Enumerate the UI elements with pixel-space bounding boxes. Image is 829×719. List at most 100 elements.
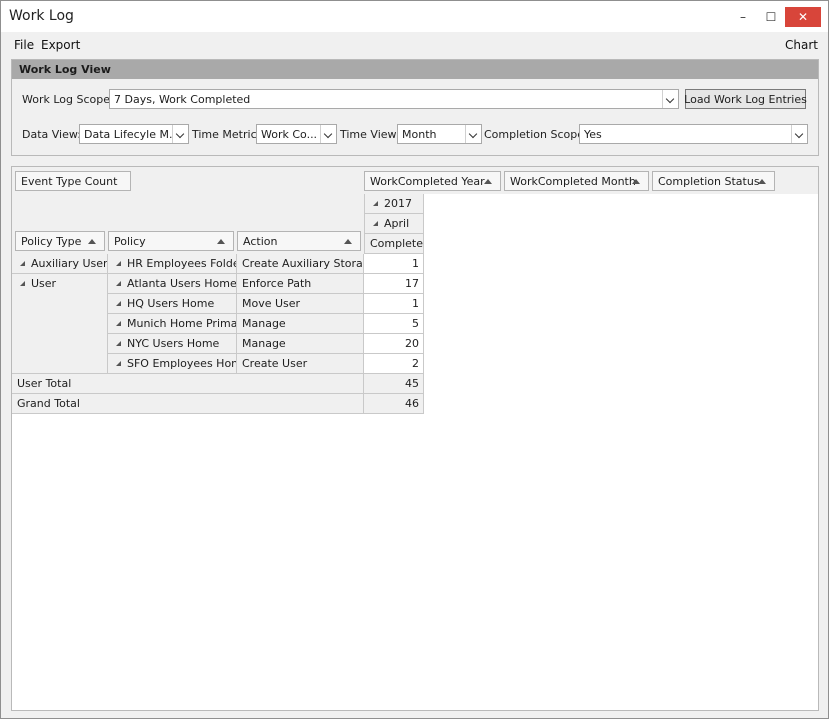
title-bar: Work Log – ☐ ✕ — [1, 1, 828, 32]
row-field-action[interactable]: Action — [237, 231, 361, 251]
completion-scope-dropdown[interactable]: Yes — [579, 124, 808, 144]
column-field-month[interactable]: WorkCompleted Month — [504, 171, 649, 191]
maximize-icon[interactable]: ☐ — [757, 7, 785, 27]
grand-total-label: Grand Total — [12, 394, 364, 414]
menu-chart[interactable]: Chart — [785, 38, 818, 52]
chevron-down-icon[interactable] — [320, 125, 336, 143]
collapse-icon[interactable] — [373, 201, 378, 206]
collapse-icon[interactable] — [116, 361, 121, 366]
menu-export[interactable]: Export — [41, 38, 80, 52]
collapse-icon[interactable] — [373, 221, 378, 226]
row-field-policy-label: Policy — [114, 235, 146, 248]
menu-file[interactable]: File — [14, 38, 34, 52]
row-policy[interactable]: Atlanta Users Home — [108, 274, 237, 294]
row-action: Manage — [237, 314, 364, 334]
sort-ascending-icon — [484, 179, 492, 184]
column-field-status[interactable]: Completion Status — [652, 171, 775, 191]
row-field-policy[interactable]: Policy — [108, 231, 234, 251]
sort-ascending-icon — [344, 239, 352, 244]
policy-label: HQ Users Home — [127, 297, 215, 310]
sort-ascending-icon — [217, 239, 225, 244]
policy-label: SFO Employees Home — [127, 357, 237, 370]
sort-ascending-icon — [632, 179, 640, 184]
status-value: Completed — [370, 237, 424, 250]
month-value: April — [384, 217, 410, 230]
column-header-month-value[interactable]: April — [364, 214, 424, 234]
scope-label: Work Log Scope: — [22, 93, 114, 106]
row-action: Create User — [237, 354, 364, 374]
value-cell[interactable]: 1 — [364, 254, 424, 274]
time-view-label: Time View: — [340, 128, 400, 141]
group-aux-label: Auxiliary User — [31, 257, 108, 270]
value-cell[interactable]: 5 — [364, 314, 424, 334]
row-field-policy-type[interactable]: Policy Type — [15, 231, 105, 251]
time-metric-dropdown[interactable]: Work Co... — [256, 124, 337, 144]
completion-scope-label: Completion Scope: — [484, 128, 588, 141]
action-label: Create User — [242, 357, 308, 370]
work-log-window: Work Log – ☐ ✕ File Export Chart Work Lo… — [0, 0, 829, 719]
row-group-auxiliary-user[interactable]: Auxiliary User — [12, 254, 108, 274]
data-view-label: Data View: — [22, 128, 81, 141]
load-work-log-entries-button[interactable]: Load Work Log Entries — [684, 89, 807, 109]
value-cell[interactable]: 20 — [364, 334, 424, 354]
grand-total-value: 46 — [364, 394, 424, 414]
chevron-down-icon[interactable] — [662, 90, 678, 108]
action-label: Manage — [242, 337, 286, 350]
row-policy[interactable]: SFO Employees Home — [108, 354, 237, 374]
chevron-down-icon[interactable] — [791, 125, 807, 143]
policy-label: NYC Users Home — [127, 337, 220, 350]
action-label: Enforce Path — [242, 277, 312, 290]
sort-ascending-icon — [758, 179, 766, 184]
pivot-grid: Event Type Count WorkCompleted Year Work… — [11, 166, 819, 711]
group-user-label: User — [31, 277, 57, 290]
chevron-down-icon[interactable] — [172, 125, 188, 143]
row-policy[interactable]: HR Employees Folder — [108, 254, 237, 274]
row-policy[interactable]: NYC Users Home — [108, 334, 237, 354]
action-label: Create Auxiliary Storage — [242, 257, 364, 270]
row-policy[interactable]: Munich Home Primary — [108, 314, 237, 334]
scope-dropdown[interactable]: 7 Days, Work Completed — [109, 89, 679, 109]
collapse-icon[interactable] — [20, 281, 25, 286]
row-policy[interactable]: HQ Users Home — [108, 294, 237, 314]
policy-label: Munich Home Primary — [127, 317, 237, 330]
column-header-year-value[interactable]: 2017 — [364, 194, 424, 214]
collapse-icon[interactable] — [20, 261, 25, 266]
menu-bar: File Export Chart — [1, 34, 828, 56]
data-field-label: Event Type Count — [21, 175, 118, 188]
collapse-icon[interactable] — [116, 301, 121, 306]
minimize-icon[interactable]: – — [729, 7, 757, 27]
user-total-value: 45 — [364, 374, 424, 394]
column-field-year-label: WorkCompleted Year — [370, 175, 485, 188]
sort-ascending-icon — [88, 239, 96, 244]
row-field-policy-type-label: Policy Type — [21, 235, 82, 248]
value-cell[interactable]: 2 — [364, 354, 424, 374]
year-value: 2017 — [384, 197, 412, 210]
data-view-dropdown[interactable]: Data Lifecyle M... — [79, 124, 189, 144]
policy-label: HR Employees Folder — [127, 257, 237, 270]
action-label: Move User — [242, 297, 301, 310]
action-label: Manage — [242, 317, 286, 330]
row-action: Enforce Path — [237, 274, 364, 294]
work-log-view-panel: Work Log View Work Log Scope: 7 Days, Wo… — [11, 59, 819, 156]
column-field-status-label: Completion Status — [658, 175, 760, 188]
policy-label: Atlanta Users Home — [127, 277, 237, 290]
completion-scope-value: Yes — [584, 128, 602, 141]
value-cell[interactable]: 17 — [364, 274, 424, 294]
collapse-icon[interactable] — [116, 281, 121, 286]
row-action: Move User — [237, 294, 364, 314]
time-view-dropdown[interactable]: Month — [397, 124, 482, 144]
collapse-icon[interactable] — [116, 321, 121, 326]
row-action: Manage — [237, 334, 364, 354]
collapse-icon[interactable] — [116, 261, 121, 266]
column-header-status-value: Completed — [364, 234, 424, 254]
collapse-icon[interactable] — [116, 341, 121, 346]
close-icon[interactable]: ✕ — [785, 7, 821, 27]
column-field-year[interactable]: WorkCompleted Year — [364, 171, 501, 191]
value-cell[interactable]: 1 — [364, 294, 424, 314]
data-field-header[interactable]: Event Type Count — [15, 171, 131, 191]
column-field-month-label: WorkCompleted Month — [510, 175, 636, 188]
row-field-action-label: Action — [243, 235, 278, 248]
chevron-down-icon[interactable] — [465, 125, 481, 143]
row-group-user[interactable]: User — [12, 274, 108, 374]
user-total-label: User Total — [12, 374, 364, 394]
